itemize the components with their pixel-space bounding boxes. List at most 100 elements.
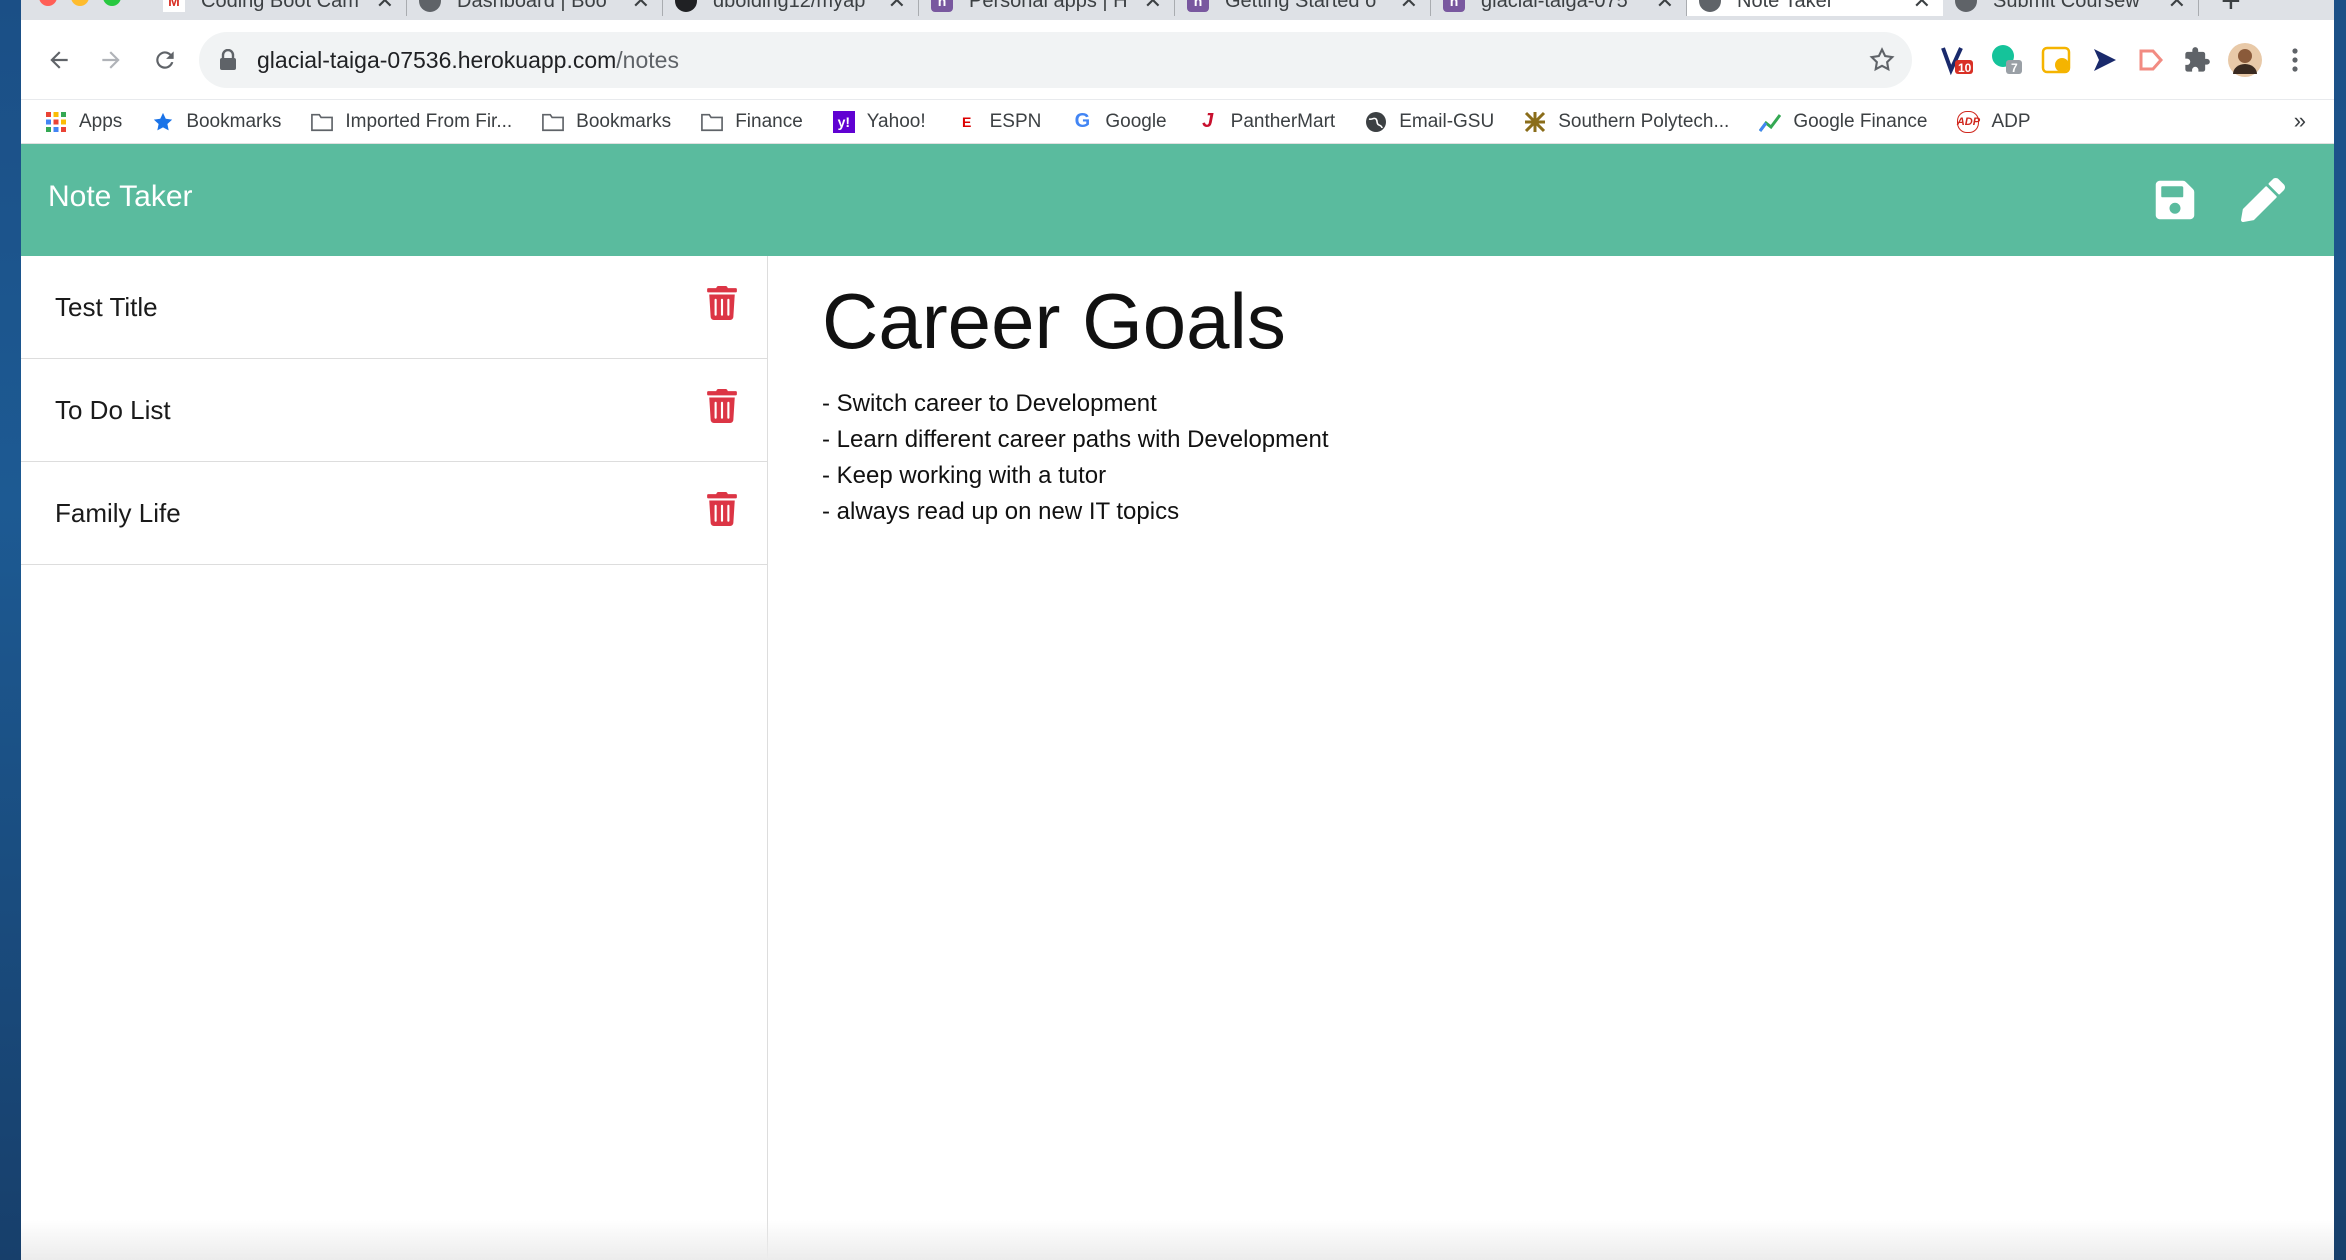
bookmark-panthermart[interactable]: J PantherMart	[1197, 110, 1336, 133]
bookmark-star-icon[interactable]	[1868, 46, 1896, 74]
note-title-input[interactable]: Career Goals	[822, 276, 2222, 367]
notes-list: Test Title To Do List Family Life	[21, 256, 768, 1260]
window-bottom-shadow	[21, 1220, 2334, 1260]
tab-close-icon[interactable]: ✕	[1144, 0, 1162, 14]
puzzle-icon	[2185, 47, 2210, 72]
note-text-area[interactable]: - Switch career to Development - Learn d…	[822, 386, 2222, 530]
yahoo-icon: y!	[832, 110, 855, 133]
bookmark-yahoo[interactable]: y! Yahoo!	[832, 110, 926, 133]
extension-3-button[interactable]	[2039, 42, 2075, 78]
note-title-label: Test Title	[55, 291, 158, 322]
bookmark-email-gsu[interactable]: Email-GSU	[1365, 111, 1494, 133]
list-item[interactable]: To Do List	[21, 359, 767, 462]
bookmark-espn[interactable]: E ESPN	[956, 111, 1041, 133]
espn-icon: E	[961, 113, 972, 130]
tab-strip: M Coding Boot Cam ✕ Dashboard | Boo ✕ db…	[21, 0, 2334, 20]
tab-dashboard[interactable]: Dashboard | Boo ✕	[407, 0, 663, 16]
bookmark-finance[interactable]: Finance	[701, 111, 803, 133]
tab-title: Dashboard | Boo	[457, 0, 607, 12]
pencil-icon[interactable]	[2241, 178, 2285, 222]
tab-title: Getting Started o	[1225, 0, 1377, 12]
extension-1-button[interactable]: 10	[1939, 42, 1975, 78]
tab-title: Coding Boot Cam	[201, 0, 359, 12]
bookmark-label: Bookmarks	[576, 110, 672, 132]
extension-4-button[interactable]	[2087, 42, 2123, 78]
app-navbar: Note Taker	[21, 144, 2334, 256]
apps-grid-icon	[46, 111, 66, 132]
bookmark-imported[interactable]: Imported From Fir...	[311, 111, 512, 133]
address-bar[interactable]: glacial-taiga-07536.herokuapp.com/notes	[199, 32, 1912, 88]
globe-icon	[1699, 0, 1721, 12]
bookmark-google-finance[interactable]: Google Finance	[1759, 111, 1927, 133]
arrow-right-icon	[102, 51, 120, 69]
note-title-label: Family Life	[55, 497, 181, 528]
bookmark-bookmarks[interactable]: Bookmarks	[152, 111, 281, 133]
tab-close-icon[interactable]: ✕	[1656, 0, 1674, 14]
browser-toolbar: glacial-taiga-07536.herokuapp.com/notes …	[21, 20, 2334, 100]
star-icon	[154, 112, 173, 130]
url-host: glacial-taiga-07536.herokuapp.com	[257, 46, 617, 73]
bookmark-label: ADP	[1991, 110, 2031, 132]
bookmark-adp[interactable]: ADP ADP	[1957, 110, 2031, 133]
tab-title: Submit Coursew	[1993, 0, 2140, 12]
browser-menu-button[interactable]	[2277, 42, 2313, 78]
tab-coding-boot-camp[interactable]: M Coding Boot Cam ✕	[151, 0, 407, 16]
adp-icon: ADP	[1957, 110, 1980, 133]
forward-button[interactable]	[93, 42, 129, 78]
bookmark-apps[interactable]: Apps	[45, 111, 122, 133]
tab-close-icon[interactable]: ✕	[888, 0, 906, 14]
list-item[interactable]: Family Life	[21, 462, 767, 565]
polytech-icon	[1525, 111, 1546, 132]
lock-icon	[220, 49, 236, 70]
bookmark-google[interactable]: G Google	[1071, 110, 1167, 133]
extensions-button[interactable]	[2179, 42, 2215, 78]
bookmark-bookmarks-folder[interactable]: Bookmarks	[542, 111, 671, 133]
google-finance-icon	[1759, 113, 1782, 132]
tab-close-icon[interactable]: ✕	[1913, 0, 1931, 14]
trash-icon[interactable]	[707, 389, 737, 423]
list-item[interactable]: Test Title	[21, 256, 767, 359]
tab-note-taker[interactable]: Note Taker ✕	[1687, 0, 1943, 16]
new-tab-button[interactable]: +	[2221, 0, 2241, 20]
tab-getting-started[interactable]: h Getting Started o ✕	[1175, 0, 1431, 16]
tab-close-icon[interactable]: ✕	[2168, 0, 2186, 14]
profile-button[interactable]	[2227, 42, 2263, 78]
url-path: /notes	[616, 46, 679, 73]
extension-grammarly-icon	[1992, 45, 2022, 74]
tab-close-icon[interactable]: ✕	[1400, 0, 1418, 14]
extension-badge: 10	[1958, 61, 1972, 75]
bookmark-label: Yahoo!	[866, 110, 926, 132]
github-icon	[675, 0, 697, 12]
gmail-icon: M	[163, 0, 185, 12]
reload-icon	[156, 51, 174, 69]
note-title-label: To Do List	[55, 394, 171, 425]
globe-icon	[1366, 111, 1387, 132]
save-icon[interactable]	[2153, 178, 2197, 222]
extension-2-button[interactable]: 7	[1989, 42, 2025, 78]
tab-close-icon[interactable]: ✕	[376, 0, 394, 14]
bookmarks-bar: Apps Bookmarks Imported From Fir... Book…	[21, 100, 2334, 144]
trash-icon[interactable]	[707, 492, 737, 526]
minimize-window-button[interactable]	[71, 0, 89, 6]
tab-github[interactable]: dbolding12/myap ✕	[663, 0, 919, 16]
app-title[interactable]: Note Taker	[48, 180, 193, 214]
extension-calendar-icon	[2041, 46, 2071, 74]
reload-button[interactable]	[147, 42, 183, 78]
heroku-icon: h	[1187, 0, 1209, 12]
bookmark-label: Bookmarks	[186, 110, 282, 132]
extension-badge: 7	[2011, 61, 2018, 75]
tab-glacial-taiga[interactable]: h glacial-taiga-075 ✕	[1431, 0, 1687, 16]
tab-personal-apps[interactable]: h Personal apps | H ✕	[919, 0, 1175, 16]
close-window-button[interactable]	[39, 0, 57, 6]
bookmarks-overflow-button[interactable]: »	[2294, 108, 2306, 134]
extension-5-button[interactable]	[2133, 42, 2169, 78]
trash-icon[interactable]	[707, 286, 737, 320]
bookmark-label: Google	[1105, 110, 1167, 132]
tab-submit-coursework[interactable]: Submit Coursew ✕	[1943, 0, 2199, 16]
bookmark-southern-polytech[interactable]: Southern Polytech...	[1524, 111, 1729, 133]
back-button[interactable]	[41, 42, 77, 78]
tab-title: Personal apps | H	[969, 0, 1128, 12]
maximize-window-button[interactable]	[103, 0, 121, 6]
bookmark-label: PantherMart	[1230, 110, 1336, 132]
tab-close-icon[interactable]: ✕	[632, 0, 650, 14]
